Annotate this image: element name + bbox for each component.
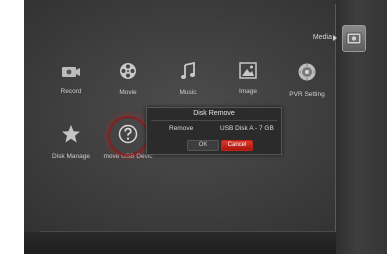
selection-ring — [108, 116, 148, 156]
screen-bottom-edge — [24, 232, 387, 254]
music-note-icon — [180, 62, 196, 79]
picture-icon — [239, 62, 257, 79]
menu-item-disk-manage[interactable]: Disk Manage — [41, 124, 101, 160]
menu-item-movie[interactable]: Movie — [98, 62, 158, 96]
usb-disk-value[interactable]: USB Disk A - 7 GB — [220, 125, 274, 132]
disk-remove-dialog: Disk Remove Remove USB Disk A - 7 GB OK … — [146, 107, 282, 155]
menu-item-label: Music — [179, 89, 197, 96]
media-folder-icon — [346, 32, 362, 45]
remove-label: Remove — [169, 125, 194, 132]
menu-item-music[interactable]: Music — [158, 62, 218, 96]
section-label: Media — [312, 34, 332, 41]
cancel-button[interactable]: Cancel — [221, 140, 253, 151]
menu-item-label: Movie — [119, 89, 137, 96]
disc-gear-icon — [298, 63, 316, 81]
menu-item-label: Image — [238, 88, 258, 95]
menu-item-label: Record — [60, 88, 82, 95]
star-icon — [62, 125, 80, 143]
film-reel-icon — [120, 63, 136, 79]
ok-button[interactable]: OK — [187, 140, 219, 151]
menu-item-label: PVR Setting — [289, 91, 325, 98]
menu-item-record[interactable]: Record — [41, 63, 101, 95]
media-tab[interactable] — [342, 25, 366, 52]
dialog-title: Disk Remove — [193, 110, 235, 117]
menu-item-pvr-setting[interactable]: PVR Setting — [277, 62, 337, 98]
menu-item-image[interactable]: Image — [218, 62, 278, 95]
camera-icon — [62, 67, 80, 77]
arrow-right-icon — [333, 35, 337, 41]
dialog-divider — [151, 120, 277, 121]
menu-item-label: Disk Manage — [52, 153, 90, 160]
